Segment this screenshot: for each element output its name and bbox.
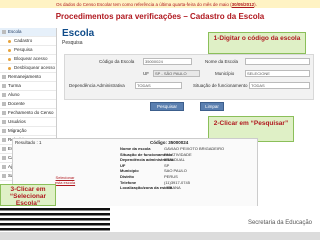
folder-icon xyxy=(2,147,6,151)
sidebar-item-label: Bloquear acesso xyxy=(14,56,48,61)
bullet-icon xyxy=(8,39,11,43)
nome-input[interactable] xyxy=(245,58,310,65)
detail-value: EM ATIVIDADE xyxy=(164,151,192,157)
sidebar-item-label: Docente xyxy=(8,101,25,106)
sidebar-item[interactable]: Cadastro xyxy=(0,37,56,46)
sidebar-item-label: Turma xyxy=(8,83,21,88)
bullet-icon xyxy=(8,57,11,61)
detail-key: Localização/zona da escola xyxy=(120,185,173,191)
detail-value: (11)3917-0745 xyxy=(164,179,190,185)
banner-text: Os dados do Censo Escolar tem como refer… xyxy=(56,2,232,7)
municipio-select[interactable]: SELECIONE xyxy=(245,70,310,77)
folder-icon xyxy=(2,102,6,106)
sidebar-item-label: Desbloquear acesso xyxy=(14,65,56,70)
detail-value: PERUS xyxy=(164,173,178,179)
bullet-icon xyxy=(8,66,11,70)
folder-icon xyxy=(2,129,6,133)
callout-step-3: 3-Clicar em “Selecionar Escola” xyxy=(0,184,56,207)
results-count: Resultado : 1 xyxy=(15,140,42,145)
search-form: Código da Escola 35000024 Nome da Escola… xyxy=(64,54,314,100)
sidebar-item-label: Fechamento do Censo xyxy=(8,110,54,115)
folder-icon xyxy=(2,174,6,178)
folder-icon xyxy=(2,120,6,124)
codigo-input[interactable]: 35000024 xyxy=(143,58,192,65)
folder-icon xyxy=(2,93,6,97)
sidebar-item[interactable]: Migração xyxy=(0,127,56,136)
sidebar-item[interactable]: Pesquisa xyxy=(0,46,56,55)
sidebar-item[interactable]: Remanejamento xyxy=(0,73,56,82)
result-code: Código: 35000024 xyxy=(150,140,189,145)
census-reference-note: Os dados do Censo Escolar tem como refer… xyxy=(56,1,266,8)
page-title: Procedimentos para verificações – Cadast… xyxy=(55,12,265,21)
detail-value: ESTADUAL xyxy=(164,157,185,163)
situacao-label: Situação de funcionamento xyxy=(193,83,248,88)
select-school-link[interactable]: Selecionar esta escola xyxy=(54,175,76,185)
uf-label: UF xyxy=(143,71,149,76)
sidebar-item[interactable]: Turma xyxy=(0,82,56,91)
section-heading: Escola xyxy=(62,28,95,39)
sidebar-item-label: Pesquisa xyxy=(14,47,33,52)
folder-icon xyxy=(2,156,6,160)
situacao-select[interactable]: TODAS xyxy=(249,82,310,89)
detail-value: GAVIAO PEIXOTO BRIGADEIRO xyxy=(164,146,225,151)
folder-icon xyxy=(2,165,6,169)
sidebar-item-label: Cadastro xyxy=(14,38,33,43)
nome-label: Nome da Escola xyxy=(205,59,239,64)
sidebar-item[interactable]: Bloquear acesso xyxy=(0,55,56,64)
pesquisar-button[interactable]: Pesquisar xyxy=(150,102,184,111)
folder-icon xyxy=(2,30,6,34)
sidebar-item[interactable]: Aluno xyxy=(0,91,56,100)
sidebar-item-label: Migração xyxy=(8,128,27,133)
folder-icon xyxy=(2,84,6,88)
folder-icon xyxy=(2,75,6,79)
sidebar-item-label: Escola xyxy=(8,29,22,34)
detail-value: URBANA xyxy=(164,185,181,191)
uf-select[interactable]: SP - SÃO PAULO xyxy=(153,70,200,77)
detail-value: SAO PAULO xyxy=(164,168,187,174)
folder-icon xyxy=(2,138,6,142)
sidebar-item-label: Usuários xyxy=(8,119,26,124)
sp-flag-stripes-icon xyxy=(0,206,110,240)
sidebar-item[interactable]: Fechamento do Censo xyxy=(0,109,56,118)
detail-row: Localização/zona da escolaURBANA xyxy=(120,185,220,191)
banner-date: 30/05/2012 xyxy=(231,2,255,7)
limpar-button[interactable]: Limpar xyxy=(200,102,224,111)
banner-tail: ). xyxy=(254,2,257,7)
municipio-label: Município xyxy=(215,71,235,76)
footer-text: Secretaria da Educação xyxy=(247,220,312,226)
sidebar-item-label: Aluno xyxy=(8,92,20,97)
sidebar-item[interactable]: Docente xyxy=(0,100,56,109)
sidebar-item[interactable]: Desbloquear acesso xyxy=(0,64,56,73)
sidebar-item[interactable]: Escola xyxy=(0,28,56,37)
result-details: Nome da escola GAVIAO PEIXOTO BRIGADEIRO S… xyxy=(120,146,224,191)
dependencia-select[interactable]: TODAS xyxy=(135,82,182,89)
sidebar-item-label: Remanejamento xyxy=(8,74,42,79)
section-subheading: Pesquisa xyxy=(62,40,83,46)
sidebar-item[interactable]: Usuários xyxy=(0,118,56,127)
bullet-icon xyxy=(8,48,11,52)
dependencia-label: Dependência Administrativa xyxy=(69,83,125,88)
codigo-label: Código da Escola xyxy=(99,59,135,64)
detail-value: SP xyxy=(164,162,170,168)
folder-icon xyxy=(2,111,6,115)
callout-step-1: 1-Digitar o código da escola xyxy=(208,32,306,54)
